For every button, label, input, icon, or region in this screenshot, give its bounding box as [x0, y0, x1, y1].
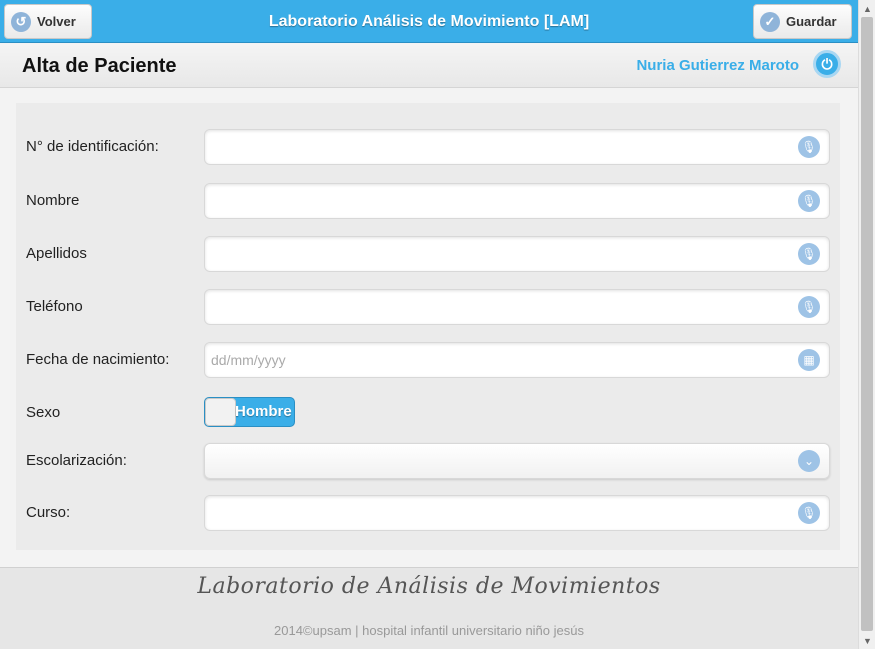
phone-field[interactable]: 🎙 [204, 289, 830, 325]
form-row-schooling: Escolarización: ⌄ [16, 443, 840, 479]
scroll-down-icon[interactable]: ▼ [859, 632, 875, 649]
microphone-icon[interactable]: 🎙 [798, 502, 820, 524]
form-row-name: Nombre 🎙 [16, 183, 840, 219]
top-bar: Laboratorio Análisis de Movimiento [LAM]… [0, 0, 858, 43]
form-row-birthdate: Fecha de nacimiento: dd/mm/yyyy ▦ [16, 342, 840, 378]
surname-label: Apellidos [26, 245, 87, 262]
form-row-phone: Teléfono 🎙 [16, 289, 840, 325]
user-name[interactable]: Nuria Gutierrez Maroto [636, 44, 799, 88]
sub-header: Alta de Paciente Nuria Gutierrez Maroto [0, 44, 858, 88]
birthdate-field[interactable]: dd/mm/yyyy ▦ [204, 342, 830, 378]
calendar-icon[interactable]: ▦ [798, 349, 820, 371]
sex-toggle[interactable]: Hombre [204, 397, 295, 427]
phone-label: Teléfono [26, 298, 83, 315]
back-button-label: Volver [37, 14, 76, 29]
toggle-knob[interactable] [205, 398, 236, 426]
form-row-surname: Apellidos 🎙 [16, 236, 840, 272]
course-label: Curso: [26, 504, 71, 521]
name-field[interactable]: 🎙 [204, 183, 830, 219]
schooling-select[interactable]: ⌄ [204, 443, 830, 479]
microphone-icon[interactable]: 🎙 [798, 243, 820, 265]
footer-brand: Laboratorio de Análisis de Movimientos [197, 574, 661, 599]
scroll-up-icon[interactable]: ▲ [859, 0, 875, 17]
surname-field[interactable]: 🎙 [204, 236, 830, 272]
microphone-icon[interactable]: 🎙 [798, 190, 820, 212]
course-field[interactable]: 🎙 [204, 495, 830, 531]
back-arrow-icon: ↺ [11, 11, 31, 32]
name-label: Nombre [26, 192, 80, 209]
birthdate-label: Fecha de nacimiento: [26, 351, 170, 368]
schooling-label: Escolarización: [26, 452, 127, 469]
id-field[interactable]: 🎙 [204, 129, 830, 165]
form-row-sex: Sexo Hombre [16, 395, 840, 431]
chevron-down-icon[interactable]: ⌄ [798, 450, 820, 472]
id-label: N° de identificación: [26, 138, 159, 155]
back-button[interactable]: ↺ Volver [4, 4, 92, 39]
sex-toggle-label: Hombre [235, 403, 292, 420]
footer: Laboratorio de Análisis de Movimientos 2… [0, 567, 858, 649]
sex-label: Sexo [26, 404, 61, 421]
birthdate-placeholder: dd/mm/yyyy [211, 352, 286, 368]
vertical-scrollbar[interactable]: ▲ ▼ [858, 0, 875, 649]
power-icon[interactable]: ⏻ [813, 50, 841, 78]
patient-form: N° de identificación: 🎙 Nombre 🎙 Apellid… [16, 103, 840, 550]
footer-copyright: 2014©upsam | hospital infantil universit… [274, 623, 584, 638]
form-row-course: Curso: 🎙 [16, 495, 840, 531]
microphone-icon[interactable]: 🎙 [798, 136, 820, 158]
app-title: Laboratorio Análisis de Movimiento [LAM] [268, 13, 590, 30]
form-row-id: N° de identificación: 🎙 [16, 129, 840, 165]
checkmark-icon: ✓ [760, 11, 780, 32]
save-button-label: Guardar [786, 14, 837, 29]
page-title: Alta de Paciente [22, 55, 177, 77]
scrollbar-thumb[interactable] [861, 17, 873, 631]
save-button[interactable]: ✓ Guardar [753, 4, 852, 39]
microphone-icon[interactable]: 🎙 [798, 296, 820, 318]
